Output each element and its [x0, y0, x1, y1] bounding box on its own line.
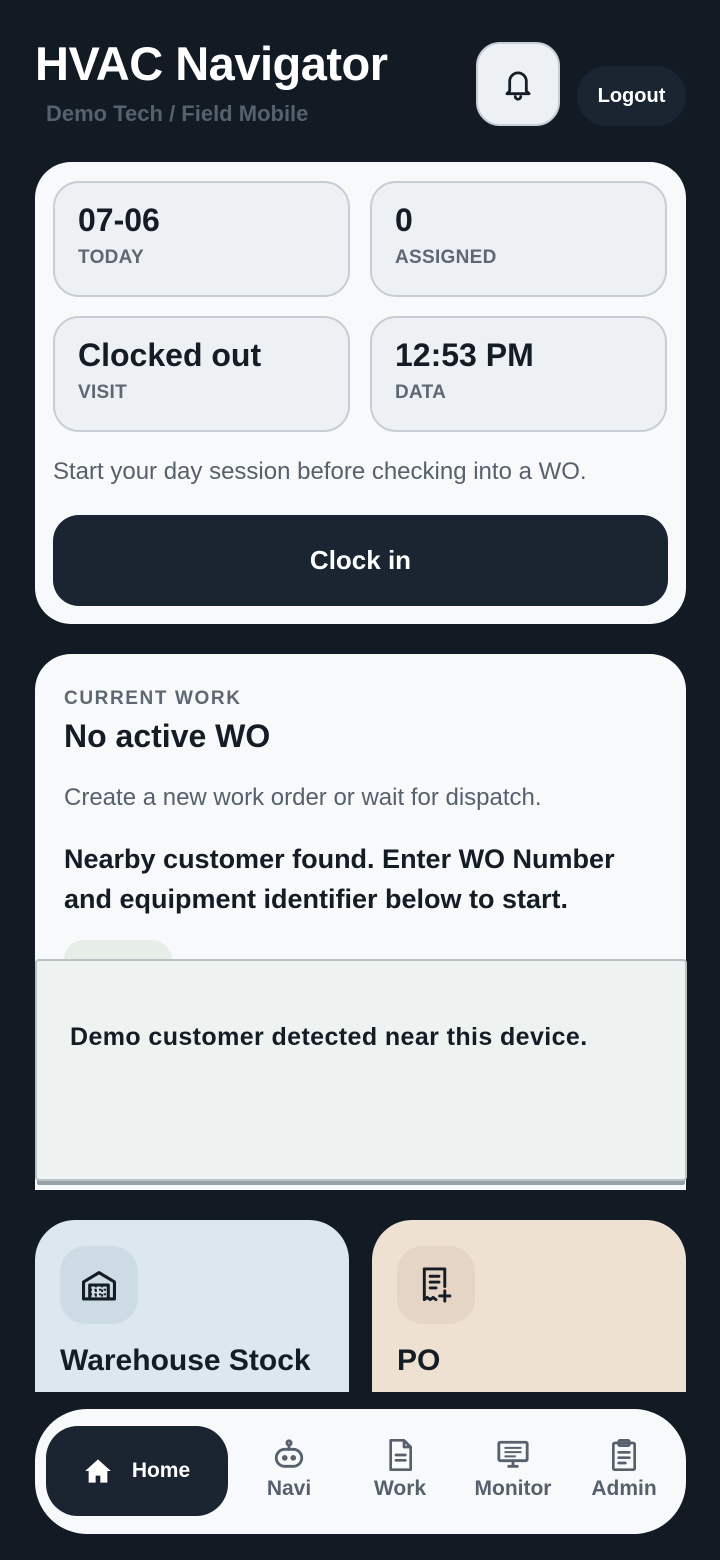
nearby-customer-notice: Nearby customer found. Enter WO Number a…	[64, 844, 615, 914]
status-card: 07-06 TODAY 0 ASSIGNED Clocked out VISIT…	[35, 162, 686, 624]
stat-value: 12:53 PM	[395, 337, 534, 373]
nav-label: Navi	[266, 1477, 312, 1500]
stat-tile-data: 12:53 PM DATA	[370, 316, 667, 432]
nav-item-admin[interactable]: Admin	[574, 1439, 674, 1519]
bottom-navigation: Home Navi Work Monitor Admin	[35, 1409, 686, 1534]
nav-item-monitor[interactable]: Monitor	[463, 1439, 563, 1519]
purchase-order-icon	[422, 1267, 452, 1303]
stat-label: VISIT	[78, 382, 128, 404]
stat-tile-today: 07-06 TODAY	[53, 181, 350, 297]
nav-item-work[interactable]: Work	[350, 1439, 450, 1519]
stat-label: ASSIGNED	[395, 247, 497, 269]
stat-value: Clocked out	[78, 337, 262, 373]
home-icon	[84, 1459, 111, 1483]
shortcut-label: PO	[397, 1344, 441, 1377]
nav-label: Home	[131, 1459, 191, 1482]
toast-message: Demo customer detected near this device.	[35, 959, 687, 1181]
clipboard-icon	[612, 1439, 636, 1471]
nav-label: Work	[373, 1477, 427, 1500]
toast-text: Demo customer detected near this device.	[70, 1023, 588, 1051]
stat-label: DATA	[395, 382, 447, 404]
work-description: Create a new work order or wait for disp…	[64, 784, 542, 811]
nav-label: Monitor	[474, 1477, 552, 1500]
stat-value: 0	[395, 202, 413, 238]
document-icon	[389, 1439, 412, 1471]
nav-item-home[interactable]: Home	[46, 1426, 228, 1516]
app-subtitle: Demo Tech / Field Mobile	[46, 101, 309, 126]
stat-value: 07-06	[78, 202, 160, 238]
stat-tile-assigned: 0 ASSIGNED	[370, 181, 667, 297]
notifications-button[interactable]	[476, 42, 560, 126]
clock-in-button[interactable]: Clock in	[53, 515, 668, 606]
nav-label: Admin	[591, 1477, 657, 1500]
section-label: CURRENT WORK	[64, 688, 242, 709]
stat-label: TODAY	[78, 247, 144, 269]
warehouse-icon	[82, 1271, 116, 1301]
monitor-icon	[497, 1440, 529, 1468]
work-title: No active WO	[64, 718, 271, 754]
app-title: HVAC Navigator	[35, 37, 388, 90]
warehouse-stock-tile[interactable]: Warehouse Stock	[35, 1220, 349, 1392]
bell-icon	[505, 71, 531, 101]
shortcut-label: Warehouse Stock	[60, 1344, 311, 1377]
session-hint: Start your day session before checking i…	[53, 458, 587, 485]
stat-tile-visit: Clocked out VISIT	[53, 316, 350, 432]
logout-button[interactable]: Logout	[577, 66, 686, 126]
po-tile[interactable]: PO	[372, 1220, 686, 1392]
robot-icon	[274, 1439, 304, 1468]
nav-item-navi[interactable]: Navi	[239, 1439, 339, 1519]
